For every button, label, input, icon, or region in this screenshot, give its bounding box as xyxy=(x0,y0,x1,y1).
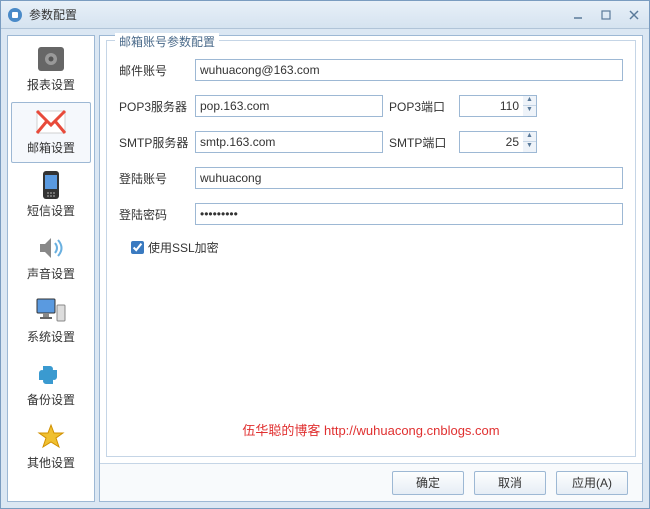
sidebar-item-label: 系统设置 xyxy=(27,328,75,345)
group-title: 邮箱账号参数配置 xyxy=(115,33,219,50)
sidebar-item-label: 短信设置 xyxy=(27,202,75,219)
ssl-checkbox[interactable] xyxy=(131,241,144,254)
star-icon xyxy=(33,422,69,452)
mail-account-input[interactable] xyxy=(195,59,623,81)
pop3-server-input[interactable] xyxy=(195,95,383,117)
sidebar-item-other[interactable]: 其他设置 xyxy=(11,417,91,478)
sidebar: 报表设置 邮箱设置 短信设置 声音设置 系统设置 备份设置 xyxy=(7,35,95,502)
apply-button[interactable]: 应用(A) xyxy=(556,471,628,495)
titlebar: 参数配置 xyxy=(1,1,649,29)
mail-icon xyxy=(33,107,69,137)
footer: 确定 取消 应用(A) xyxy=(100,463,642,501)
sidebar-item-backup[interactable]: 备份设置 xyxy=(11,354,91,415)
sidebar-item-sound[interactable]: 声音设置 xyxy=(11,228,91,289)
login-password-input[interactable] xyxy=(195,203,623,225)
mailbox-form: 邮件账号 POP3服务器 POP3端口 ▲▼ SMTP服务器 xyxy=(107,41,635,447)
settings-window: 参数配置 报表设置 邮箱设置 短信设置 声音设置 xyxy=(0,0,650,509)
puzzle-icon xyxy=(33,359,69,389)
login-account-label: 登陆账号 xyxy=(119,170,189,187)
content-panel: 邮箱账号参数配置 邮件账号 POP3服务器 POP3端口 ▲▼ xyxy=(99,35,643,502)
sidebar-item-label: 声音设置 xyxy=(27,265,75,282)
mail-account-label: 邮件账号 xyxy=(119,62,189,79)
sidebar-item-report[interactable]: 报表设置 xyxy=(11,39,91,100)
login-account-input[interactable] xyxy=(195,167,623,189)
mailbox-groupbox: 邮箱账号参数配置 邮件账号 POP3服务器 POP3端口 ▲▼ xyxy=(106,40,636,457)
pop3-server-label: POP3服务器 xyxy=(119,98,189,115)
smtp-port-label: SMTP端口 xyxy=(389,134,453,151)
cancel-button[interactable]: 取消 xyxy=(474,471,546,495)
sidebar-item-label: 邮箱设置 xyxy=(27,139,75,156)
sidebar-item-mailbox[interactable]: 邮箱设置 xyxy=(11,102,91,163)
row-mail-account: 邮件账号 xyxy=(119,59,623,81)
pop3-port-label: POP3端口 xyxy=(389,98,453,115)
sidebar-item-sms[interactable]: 短信设置 xyxy=(11,165,91,226)
ssl-checkbox-row[interactable]: 使用SSL加密 xyxy=(131,239,623,256)
maximize-button[interactable] xyxy=(597,8,615,22)
login-password-label: 登陆密码 xyxy=(119,206,189,223)
window-controls xyxy=(569,8,643,22)
watermark-text: 伍华聪的博客 http://wuhuacong.cnblogs.com xyxy=(119,420,623,439)
row-login-account: 登陆账号 xyxy=(119,167,623,189)
phone-icon xyxy=(33,170,69,200)
spin-down-button[interactable]: ▼ xyxy=(523,142,536,152)
spin-down-button[interactable]: ▼ xyxy=(523,106,536,116)
sidebar-item-label: 报表设置 xyxy=(27,76,75,93)
spin-up-button[interactable]: ▲ xyxy=(523,96,536,106)
body: 报表设置 邮箱设置 短信设置 声音设置 系统设置 备份设置 xyxy=(1,29,649,508)
smtp-server-input[interactable] xyxy=(195,131,383,153)
sidebar-item-label: 其他设置 xyxy=(27,454,75,471)
smtp-server-label: SMTP服务器 xyxy=(119,134,189,151)
ok-button[interactable]: 确定 xyxy=(392,471,464,495)
row-login-password: 登陆密码 xyxy=(119,203,623,225)
row-pop3: POP3服务器 POP3端口 ▲▼ xyxy=(119,95,623,117)
ssl-label: 使用SSL加密 xyxy=(148,239,219,256)
close-button[interactable] xyxy=(625,8,643,22)
smtp-port-input[interactable] xyxy=(459,131,523,153)
window-title: 参数配置 xyxy=(29,6,569,23)
app-icon xyxy=(7,7,23,23)
pop3-port-input[interactable] xyxy=(459,95,523,117)
minimize-button[interactable] xyxy=(569,8,587,22)
sidebar-item-label: 备份设置 xyxy=(27,391,75,408)
smtp-port-spinner: ▲▼ xyxy=(459,131,537,153)
row-smtp: SMTP服务器 SMTP端口 ▲▼ xyxy=(119,131,623,153)
pop3-port-spinner: ▲▼ xyxy=(459,95,537,117)
gear-icon xyxy=(33,44,69,74)
spin-up-button[interactable]: ▲ xyxy=(523,132,536,142)
speaker-icon xyxy=(33,233,69,263)
sidebar-item-system[interactable]: 系统设置 xyxy=(11,291,91,352)
computer-icon xyxy=(33,296,69,326)
